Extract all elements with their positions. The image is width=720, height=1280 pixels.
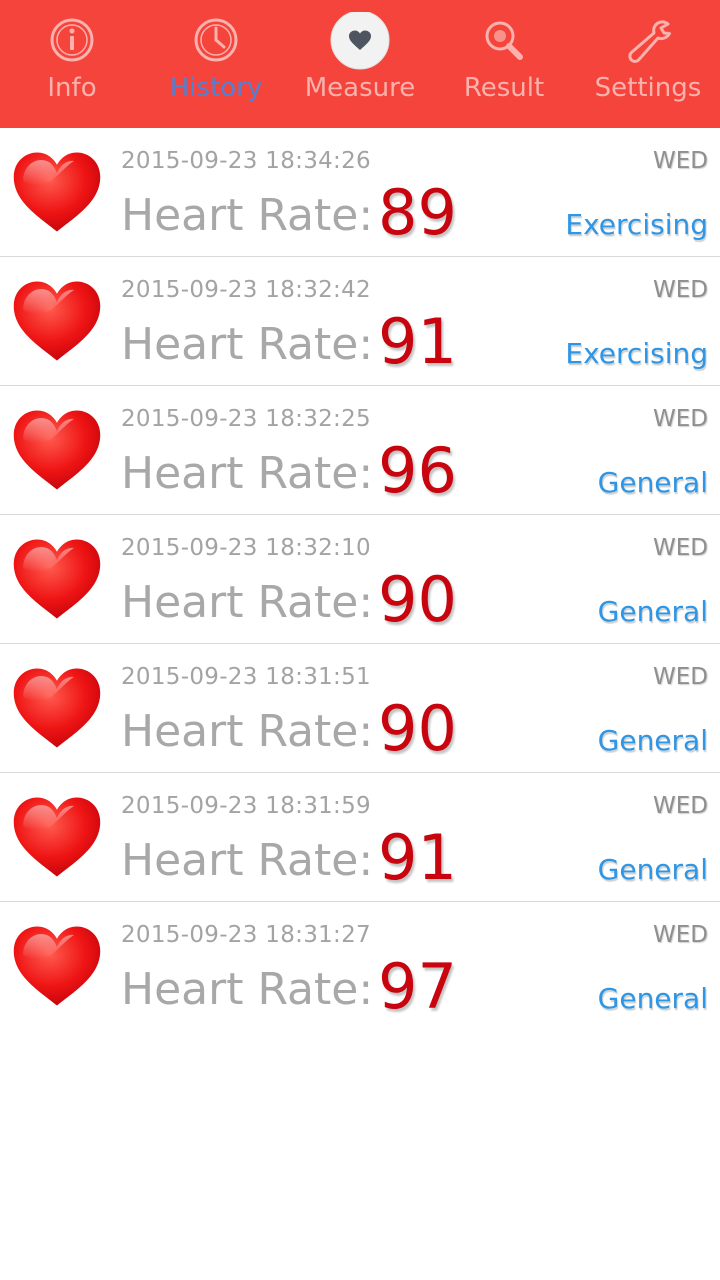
tab-label: Info xyxy=(47,73,97,103)
tab-history[interactable]: History xyxy=(144,0,288,128)
record-day: WED xyxy=(653,793,708,819)
record-day: WED xyxy=(653,922,708,948)
list-item[interactable]: 2015-09-23 18:31:27 WED Heart Rate: 97 G… xyxy=(0,902,720,1031)
record-state: General xyxy=(597,982,708,1015)
record-state: General xyxy=(597,724,708,757)
heart-rate-label: Heart Rate: xyxy=(121,319,374,370)
tab-bar: Info History Measure Result Settings xyxy=(0,0,720,128)
heart-icon xyxy=(10,406,104,494)
list-item[interactable]: 2015-09-23 18:34:26 WED Heart Rate: 89 E… xyxy=(0,128,720,257)
wrench-icon xyxy=(628,20,671,63)
heart-rate-label: Heart Rate: xyxy=(121,964,374,1015)
record-timestamp: 2015-09-23 18:31:59 xyxy=(121,793,371,819)
record-timestamp: 2015-09-23 18:34:26 xyxy=(121,148,371,174)
heart-rate-label: Heart Rate: xyxy=(121,190,374,241)
record-timestamp: 2015-09-23 18:32:10 xyxy=(121,535,371,561)
tab-info[interactable]: Info xyxy=(0,0,144,128)
clock-icon xyxy=(194,18,238,62)
heart-rate-value: 91 xyxy=(378,305,457,378)
heart-icon xyxy=(10,664,104,752)
heart-icon xyxy=(10,922,104,1010)
tab-label: Settings xyxy=(594,73,702,103)
record-state: General xyxy=(597,466,708,499)
record-day: WED xyxy=(653,535,708,561)
heart-icon xyxy=(10,535,104,623)
record-timestamp: 2015-09-23 18:31:27 xyxy=(121,922,371,948)
heart-rate-label: Heart Rate: xyxy=(121,835,374,886)
tab-label: History xyxy=(169,73,263,103)
heart-rate-label: Heart Rate: xyxy=(121,448,374,499)
heart-rate-value: 96 xyxy=(378,434,457,507)
list-item[interactable]: 2015-09-23 18:32:42 WED Heart Rate: 91 E… xyxy=(0,257,720,386)
record-day: WED xyxy=(653,664,708,690)
heart-icon xyxy=(10,148,104,236)
heart-rate-value: 97 xyxy=(378,950,457,1023)
record-timestamp: 2015-09-23 18:32:42 xyxy=(121,277,371,303)
record-state: Exercising xyxy=(565,208,708,241)
record-timestamp: 2015-09-23 18:31:51 xyxy=(121,664,371,690)
record-timestamp: 2015-09-23 18:32:25 xyxy=(121,406,371,432)
record-state: General xyxy=(597,853,708,886)
record-day: WED xyxy=(653,406,708,432)
record-day: WED xyxy=(653,277,708,303)
tab-result[interactable]: Result xyxy=(432,0,576,128)
heart-rate-value: 91 xyxy=(378,821,457,894)
history-list: 2015-09-23 18:34:26 WED Heart Rate: 89 E… xyxy=(0,128,720,1031)
heart-icon xyxy=(330,12,390,70)
list-item[interactable]: 2015-09-23 18:31:51 WED Heart Rate: 90 G… xyxy=(0,644,720,773)
record-state: Exercising xyxy=(565,337,708,370)
magnifier-icon xyxy=(485,21,523,60)
tab-label: Result xyxy=(463,73,545,103)
info-icon xyxy=(50,18,94,62)
heart-rate-value: 89 xyxy=(378,176,457,249)
record-day: WED xyxy=(653,148,708,174)
record-state: General xyxy=(597,595,708,628)
tab-label: Measure xyxy=(304,73,416,103)
list-item[interactable]: 2015-09-23 18:31:59 WED Heart Rate: 91 G… xyxy=(0,773,720,902)
heart-rate-label: Heart Rate: xyxy=(121,706,374,757)
heart-rate-label: Heart Rate: xyxy=(121,577,374,628)
heart-rate-value: 90 xyxy=(378,563,457,636)
tab-settings[interactable]: Settings xyxy=(576,0,720,128)
list-item[interactable]: 2015-09-23 18:32:10 WED Heart Rate: 90 G… xyxy=(0,515,720,644)
heart-icon xyxy=(10,277,104,365)
list-item[interactable]: 2015-09-23 18:32:25 WED Heart Rate: 96 G… xyxy=(0,386,720,515)
heart-icon xyxy=(10,793,104,881)
heart-rate-value: 90 xyxy=(378,692,457,765)
tab-measure[interactable]: Measure xyxy=(288,0,432,128)
